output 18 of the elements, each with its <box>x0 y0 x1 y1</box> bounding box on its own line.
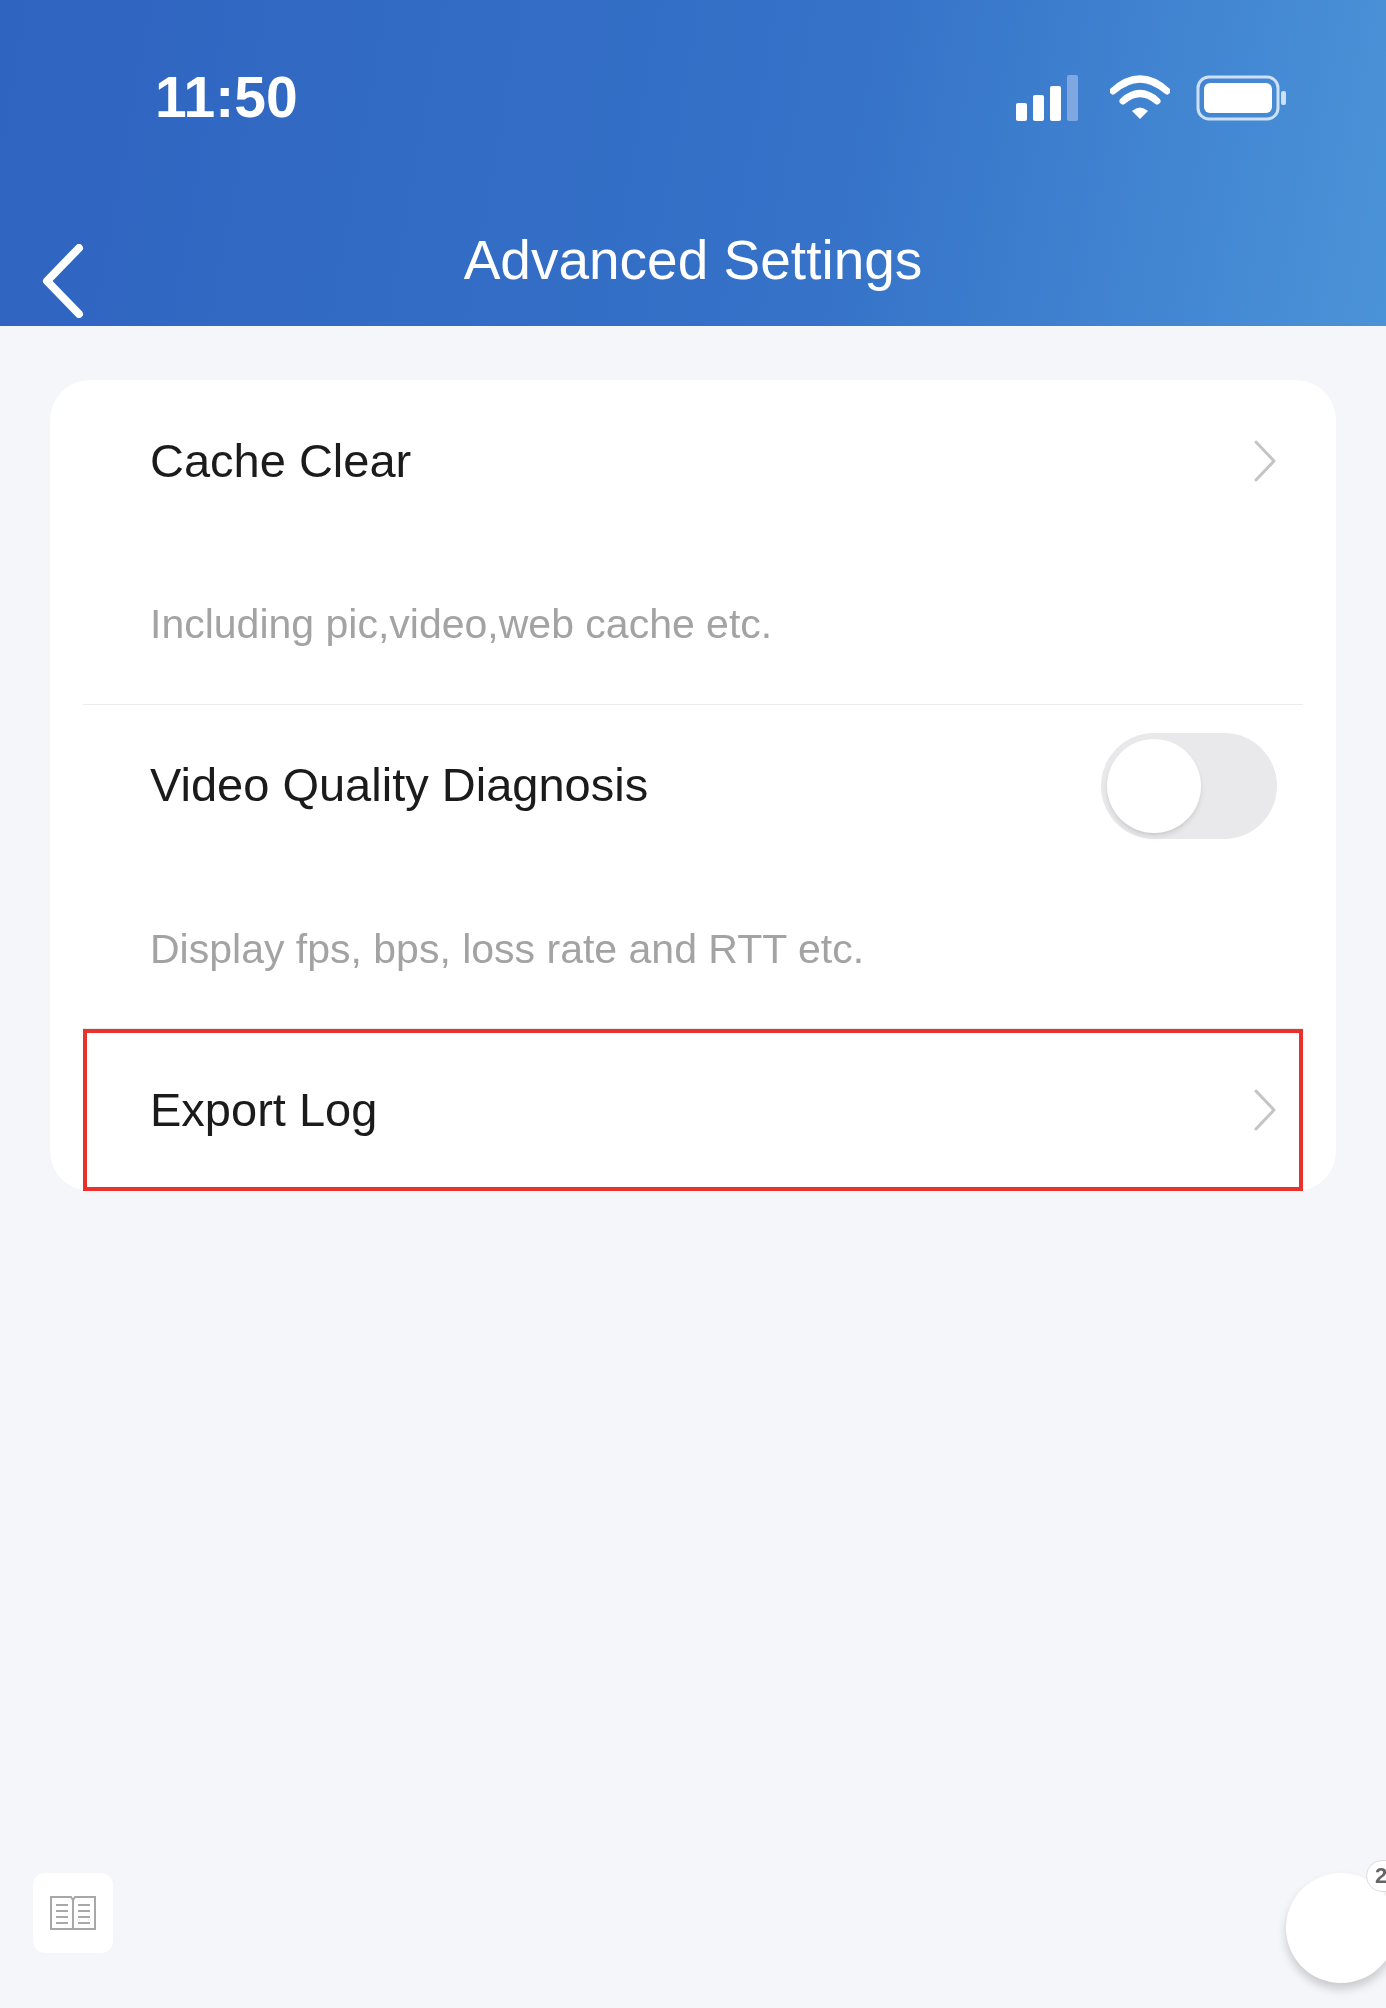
settings-row[interactable]: Export Log <box>83 1029 1303 1191</box>
battery-icon <box>1196 74 1288 121</box>
setting-label: Cache Clear <box>150 432 412 489</box>
setting-label: Export Log <box>150 1081 378 1138</box>
back-icon <box>41 244 85 318</box>
guide-button[interactable] <box>33 1873 113 1953</box>
settings-row[interactable]: Video Quality Diagnosis <box>83 704 1303 867</box>
notification-badge: 2 <box>1366 1860 1386 1892</box>
settings-row[interactable]: Cache Clear <box>83 380 1303 542</box>
chevron-right-icon <box>1253 439 1277 483</box>
status-time: 11:50 <box>155 63 298 131</box>
wifi-icon <box>1110 74 1170 121</box>
open-book-icon <box>49 1894 97 1932</box>
setting-description: Including pic,video,web cache etc. <box>150 601 773 647</box>
page-title: Advanced Settings <box>463 228 923 294</box>
setting-description: Display fps, bps, loss rate and RTT etc. <box>150 925 865 972</box>
setting-label: Video Quality Diagnosis <box>150 757 649 814</box>
chevron-right-icon <box>1253 1088 1277 1132</box>
